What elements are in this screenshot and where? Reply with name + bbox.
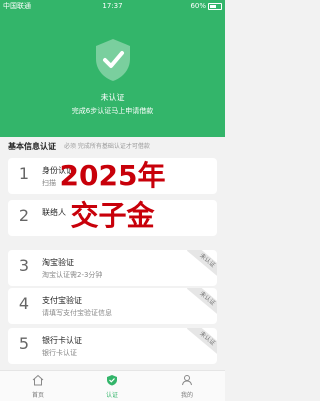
tab-home[interactable]: 首页 (18, 374, 58, 399)
step-number: 4 (18, 294, 30, 313)
tab-mine[interactable]: 我的 (167, 374, 207, 399)
battery-percent: 60% (190, 2, 206, 10)
section-hint: 必须 完成所有基础认证才可借款 (64, 143, 150, 150)
tab-bar: 首页 认证 我的 (0, 370, 225, 401)
status-bar: 中国联通 17:37 60% (0, 0, 225, 12)
tab-label: 认证 (105, 392, 118, 399)
tab-label: 我的 (180, 392, 193, 399)
home-icon (32, 374, 44, 386)
shield-check-icon (96, 39, 130, 81)
item-desc: 银行卡认证 (42, 349, 77, 357)
overlay-line-1: 2025年 (59, 159, 166, 192)
item-title: 支付宝验证 (42, 296, 82, 305)
status-badge: 未认证 (186, 288, 217, 317)
shield-icon (107, 375, 117, 386)
tab-label: 首页 (31, 392, 44, 399)
section-header: 基本信息认证 必须 完成所有基础认证才可借款 (0, 140, 225, 154)
verify-item-taobao[interactable]: 3 淘宝验证 淘宝认证需2-3分钟 未认证 (8, 250, 217, 286)
verify-item-alipay[interactable]: 4 支付宝验证 请填写支付宝验证信息 未认证 (8, 288, 217, 324)
status-badge: 未认证 (186, 250, 217, 279)
item-desc: 请填写支付宝验证信息 (42, 309, 112, 317)
overlay-line-2: 交子金 (70, 199, 155, 232)
verification-header: 未认证 完成6步认证马上申请借款 (0, 12, 225, 137)
verification-subtitle: 完成6步认证马上申请借款 (71, 107, 154, 115)
battery-icon (208, 2, 222, 10)
step-number: 5 (18, 334, 30, 353)
verify-item-bankcard[interactable]: 5 银行卡认证 银行卡认证 未认证 (8, 328, 217, 364)
user-icon (182, 375, 192, 386)
battery-status: 60% (190, 0, 222, 12)
verification-status: 未认证 (100, 93, 125, 102)
item-desc: 淘宝认证需2-3分钟 (42, 271, 103, 279)
tab-verify[interactable]: 认证 (92, 374, 132, 399)
item-title: 银行卡认证 (42, 336, 82, 345)
section-title: 基本信息认证 (8, 142, 56, 151)
item-title: 淘宝验证 (42, 258, 74, 267)
step-number: 3 (18, 256, 30, 275)
status-badge: 未认证 (186, 328, 217, 357)
watermark-overlay: 2025年 交子金 (30, 156, 195, 246)
